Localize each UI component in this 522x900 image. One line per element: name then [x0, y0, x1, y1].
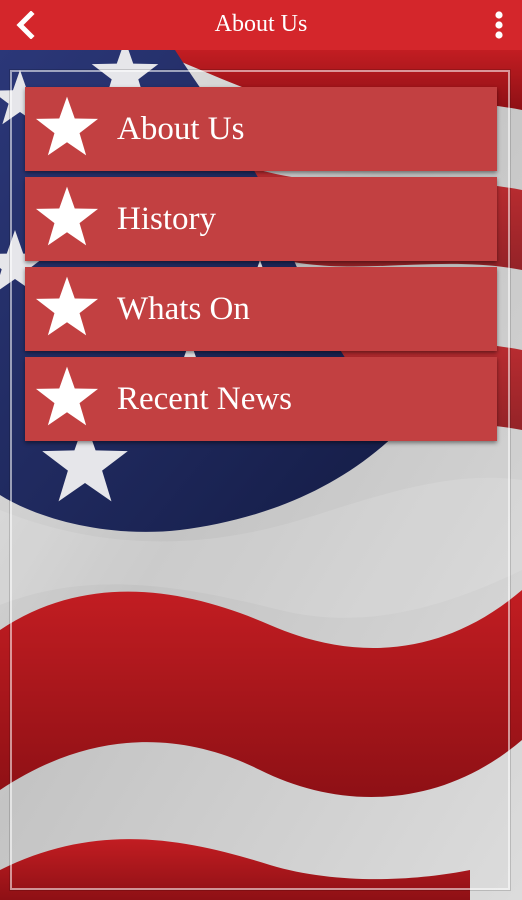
menu-item-history[interactable]: History — [25, 177, 497, 261]
menu-list: About Us History Whats On Recent News — [25, 87, 497, 447]
overflow-menu-button[interactable] — [482, 5, 516, 45]
star-icon — [35, 366, 99, 426]
app-bar: About Us — [0, 0, 522, 50]
menu-item-recent-news[interactable]: Recent News — [25, 357, 497, 441]
menu-item-label: Recent News — [117, 380, 293, 417]
page-title: About Us — [214, 11, 308, 37]
menu-item-label: About Us — [117, 110, 245, 147]
menu-item-whats-on[interactable]: Whats On — [25, 267, 497, 351]
menu-item-label: Whats On — [117, 290, 250, 327]
menu-item-about-us[interactable]: About Us — [25, 87, 497, 171]
star-icon — [35, 186, 99, 246]
star-icon — [35, 276, 99, 336]
more-vertical-icon — [495, 11, 503, 39]
screen: About Us About Us History Whats On Recen… — [0, 0, 522, 900]
star-icon — [35, 96, 99, 156]
menu-item-label: History — [117, 200, 216, 237]
